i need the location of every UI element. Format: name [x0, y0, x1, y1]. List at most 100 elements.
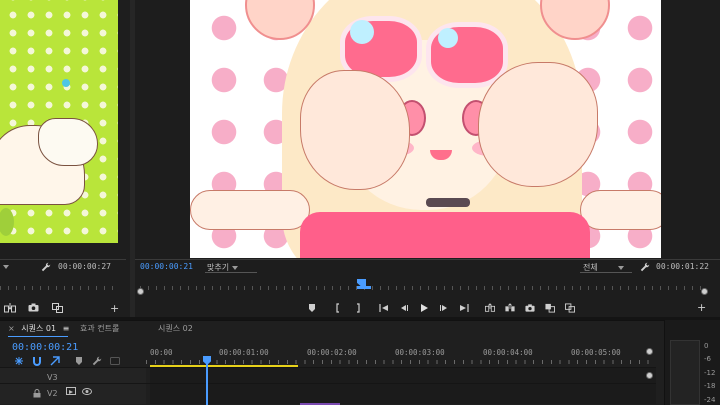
- ruler-label: 00:00:01:00: [219, 348, 269, 357]
- ruler-label: 00:00:02:00: [307, 348, 357, 357]
- overwrite-icon: [505, 303, 515, 312]
- program-playhead-marker[interactable]: [357, 279, 366, 286]
- track-label[interactable]: V2: [47, 389, 58, 398]
- resolution-dropdown-underline: [580, 272, 632, 273]
- transport-controls: [305, 301, 577, 315]
- compare-icon: [545, 303, 555, 313]
- step-forward-icon: [440, 305, 447, 311]
- track-body-v2[interactable]: [150, 384, 656, 404]
- tab-label: 시퀀스 01: [21, 324, 57, 333]
- play-button[interactable]: [417, 301, 431, 315]
- source-video-frame: [0, 0, 118, 243]
- mark-in-icon: [336, 303, 339, 313]
- program-zoom-handle-right[interactable]: [701, 288, 708, 295]
- marker-icon: [309, 304, 315, 312]
- program-playhead-bar: [357, 286, 371, 289]
- tab-effect-controls[interactable]: 효과 컨트롤: [80, 323, 119, 334]
- tab-menu-icon[interactable]: ≡: [63, 324, 70, 333]
- camera-icon: [28, 303, 39, 312]
- captions-icon[interactable]: [110, 357, 120, 365]
- comparison-view-button[interactable]: [543, 301, 557, 315]
- program-settings-button[interactable]: [640, 262, 650, 274]
- lock-icon[interactable]: [33, 389, 41, 398]
- program-zoom-handle-left[interactable]: [137, 288, 144, 295]
- wrench-icon[interactable]: [92, 356, 102, 366]
- extract-button[interactable]: [503, 301, 517, 315]
- source-export-frame-button[interactable]: [28, 303, 39, 314]
- lift-button[interactable]: [483, 301, 497, 315]
- vr-video-button[interactable]: [563, 301, 577, 315]
- source-leaf: [0, 208, 14, 236]
- sync-lock-icon[interactable]: [66, 387, 76, 396]
- mark-out-icon: [357, 303, 360, 313]
- source-settings-button[interactable]: [41, 262, 51, 274]
- program-duration-timecode: 00:00:01:22: [656, 262, 709, 271]
- fit-dropdown-underline: [205, 272, 257, 273]
- marker-icon[interactable]: [74, 356, 84, 366]
- character-hand-left: [300, 70, 410, 190]
- mark-in-button[interactable]: [331, 301, 345, 315]
- program-playhead-timecode[interactable]: 00:00:00:21: [140, 262, 193, 271]
- close-icon[interactable]: ×: [8, 324, 15, 333]
- chevron-down-icon: [617, 265, 624, 270]
- timeline-timecode[interactable]: 00:00:00:21: [12, 342, 78, 353]
- active-tab-underline: [8, 336, 68, 337]
- source-dot-accent: [62, 79, 70, 87]
- program-add-button[interactable]: +: [697, 301, 706, 314]
- compare-icon: [565, 303, 575, 313]
- chevron-down-icon: [3, 264, 9, 269]
- wrench-icon: [640, 262, 650, 272]
- insert-icon: [4, 303, 16, 313]
- go-to-in-button[interactable]: [377, 301, 391, 315]
- panel-divider[interactable]: [130, 0, 135, 318]
- go-to-out-icon: [460, 304, 469, 312]
- step-forward-button[interactable]: [437, 301, 451, 315]
- source-add-button[interactable]: +: [110, 302, 119, 315]
- track-height-handle[interactable]: [646, 372, 653, 379]
- db-label: 0: [704, 342, 709, 350]
- timeline-tools: [14, 356, 120, 366]
- source-zoom-dropdown[interactable]: [0, 262, 30, 272]
- add-marker-button[interactable]: [305, 301, 319, 315]
- glasses-shine-left: [350, 20, 374, 44]
- source-compare-button[interactable]: [52, 303, 63, 315]
- step-back-button[interactable]: [397, 301, 411, 315]
- character-glasses-right: [426, 22, 508, 88]
- source-scrub-ruler[interactable]: [0, 286, 120, 290]
- nest-icon[interactable]: [14, 356, 24, 366]
- mark-out-button[interactable]: [351, 301, 365, 315]
- track-header-v2: V2: [0, 384, 146, 404]
- eye-icon[interactable]: [82, 388, 92, 395]
- linked-selection-icon[interactable]: [50, 356, 60, 366]
- audio-meter-bar: [670, 340, 700, 405]
- glasses-shine-right: [438, 28, 458, 48]
- character-arm-left: [190, 190, 310, 230]
- tab-sequence-01[interactable]: × 시퀀스 01 ≡: [8, 323, 69, 334]
- add-icon: +: [110, 302, 120, 315]
- program-monitor-margin: [661, 0, 720, 258]
- ruler-label: 00:00: [150, 348, 173, 357]
- snap-icon[interactable]: [32, 356, 42, 366]
- compare-icon: [52, 303, 63, 313]
- fit-dropdown-label: 맞추기: [207, 263, 230, 272]
- character-hand-right: [478, 62, 598, 187]
- timeline-playhead-line: [206, 364, 208, 405]
- db-label: -24: [704, 396, 716, 404]
- source-duration-timecode[interactable]: 00:00:00:27: [58, 262, 111, 271]
- resolution-dropdown-label: 전체: [583, 263, 598, 272]
- export-frame-button[interactable]: [523, 301, 537, 315]
- source-character-sleeve: [38, 118, 98, 166]
- db-label: -12: [704, 369, 716, 377]
- source-divider-line: [0, 259, 126, 260]
- ruler-ticks: [146, 360, 656, 364]
- character-shirt: [300, 212, 590, 258]
- timeline-zoom-handle[interactable]: [646, 348, 653, 355]
- tab-sequence-02[interactable]: 시퀀스 02: [158, 323, 193, 334]
- step-back-icon: [401, 305, 408, 311]
- track-label[interactable]: V3: [47, 373, 58, 382]
- program-scrub-ruler[interactable]: [140, 286, 705, 290]
- go-to-out-button[interactable]: [457, 301, 471, 315]
- program-video-frame: [190, 0, 661, 258]
- go-to-in-icon: [379, 304, 388, 312]
- source-insert-button[interactable]: [4, 303, 16, 315]
